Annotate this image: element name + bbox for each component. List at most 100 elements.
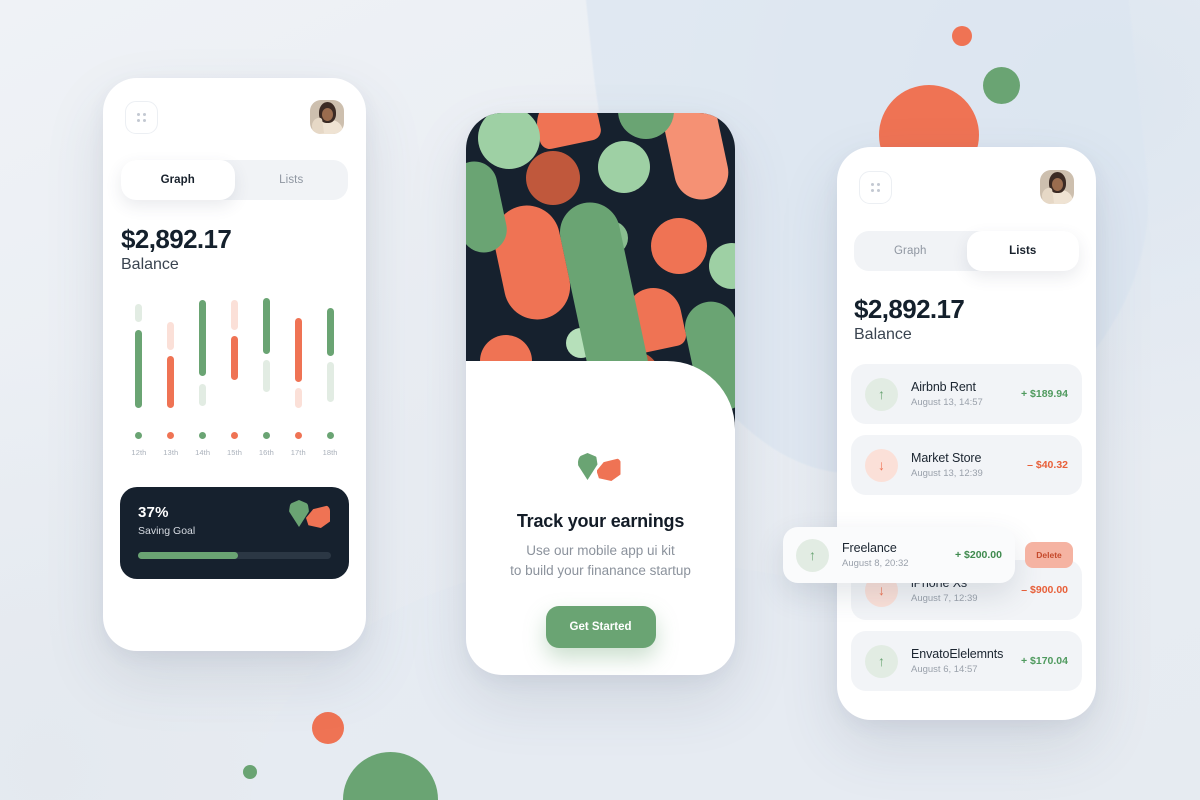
avatar[interactable] (1040, 170, 1074, 204)
chart-axis-tick: 17th (282, 432, 314, 457)
chart-axis-label: 17th (290, 448, 306, 457)
transaction-name: EnvatoElelemnts (911, 647, 1004, 661)
transaction-name: Airbnb Rent (911, 380, 976, 394)
chart-axis-tick: 14th (187, 432, 219, 457)
chart-axis-tick: 12th (123, 432, 155, 457)
chart-bar (294, 318, 302, 382)
chart-bar (262, 298, 270, 354)
onboarding-title: Track your earnings (516, 511, 685, 531)
pattern-shape-rounded (531, 113, 603, 151)
transaction-item[interactable]: ↓ Market Store August 13, 12:39 – $40.32 (851, 435, 1082, 495)
transaction-amount: – $900.00 (1021, 584, 1068, 596)
chart-axis-label: 18th (322, 448, 338, 457)
delete-button[interactable]: Delete (1025, 542, 1073, 568)
chart-legend-dot (294, 432, 302, 439)
saving-goal-progress-track (138, 552, 331, 559)
arrow-up-icon: ↑ (796, 538, 829, 572)
green-top-right (983, 67, 1020, 104)
tab-graph[interactable]: Graph (121, 160, 235, 200)
chart-column-18th (326, 298, 334, 422)
phone-lists-screen: Graph Lists $2,892.17 Balance ↑ Airbnb Re… (837, 147, 1096, 720)
phone1-tab-bar: Graph Lists (121, 160, 348, 200)
phone-graph-screen: Graph Lists $2,892.17 Balance 12th 13th 14… (103, 78, 366, 651)
chart-wick (167, 322, 175, 350)
decorative-pattern (466, 113, 735, 453)
pattern-shape-circle (526, 151, 580, 205)
orange-bottom-left (312, 712, 344, 744)
chart-wick (262, 360, 270, 392)
chart-legend-dot (326, 432, 334, 439)
chart-bar (199, 300, 207, 376)
transaction-item[interactable]: ↑ Airbnb Rent August 13, 14:57 + $189.94 (851, 364, 1082, 424)
transaction-amount: + $170.04 (1020, 655, 1068, 667)
saving-goal-card[interactable]: 37% Saving Goal (120, 487, 349, 579)
transaction-name: Freelance (842, 541, 897, 555)
arrow-up-icon: ↑ (865, 377, 898, 411)
transaction-item[interactable]: ↑ EnvatoElelemnts August 6, 14:57 + $170.04 (851, 631, 1082, 691)
tiny-green-bottom (243, 765, 257, 779)
transaction-amount: – $40.32 (1027, 459, 1068, 471)
phone1-header (103, 78, 366, 134)
grid-dots-icon[interactable] (859, 170, 892, 204)
chart-axis-tick: 18th (314, 432, 346, 457)
transaction-date: August 7, 12:39 (911, 593, 978, 604)
pattern-shape-circle (709, 243, 735, 289)
pattern-curve-mask (466, 361, 735, 453)
chart-legend-dot (199, 432, 207, 439)
transaction-name: Market Store (911, 451, 982, 465)
transaction-date: August 6, 14:57 (911, 664, 978, 675)
chart-legend-dot (135, 432, 143, 439)
chart-column-16th (262, 298, 270, 422)
phone3-balance: $2,892.17 Balance (837, 294, 1096, 344)
chart-wick (326, 362, 334, 402)
chart-column-15th (231, 298, 238, 422)
chart-wick (294, 388, 302, 408)
pattern-shape-circle (651, 218, 707, 274)
chart-bar (231, 336, 238, 380)
leaf-green-icon (577, 453, 598, 480)
chart-axis-label: 14th (195, 448, 211, 457)
phone3-header (837, 147, 1096, 204)
get-started-button[interactable]: Get Started (545, 606, 656, 649)
pattern-shape-circle (598, 141, 650, 193)
chart-column-17th (294, 298, 302, 422)
tab-graph[interactable]: Graph (854, 231, 967, 271)
onboarding-subtitle-line1: Use our mobile app ui kit (526, 543, 675, 558)
chart-column-13th (167, 298, 175, 422)
pattern-shape-pill (658, 113, 734, 205)
chart-bar (326, 308, 334, 356)
balance-label: Balance (854, 326, 912, 343)
chart-axis-tick: 13th (155, 432, 187, 457)
chart-axis-label: 16th (258, 448, 274, 457)
leaf-logo (289, 500, 335, 530)
chart-bar (135, 330, 143, 408)
transaction-amount: + $189.94 (1020, 388, 1068, 400)
onboarding-subtitle: Use our mobile app ui kit to build your … (466, 541, 735, 580)
chart-legend-dot (231, 432, 238, 439)
tab-lists[interactable]: Lists (966, 231, 1079, 271)
transaction-date: August 13, 12:39 (911, 468, 983, 479)
onboarding-subtitle-line2: to build your finanance startup (510, 562, 691, 578)
leaf-orange-icon (596, 458, 621, 481)
chart-column-14th (199, 298, 207, 422)
transaction-date: August 13, 14:57 (911, 397, 983, 408)
chart-axis-label: 12th (131, 448, 147, 457)
chart-axis-label: 15th (227, 448, 242, 457)
chart-axis-tick: 16th (250, 432, 282, 457)
arrow-up-icon: ↑ (865, 644, 898, 678)
transaction-date: August 8, 20:32 (842, 558, 909, 569)
leaf-logo (576, 453, 626, 485)
balance-amount: $2,892.17 (854, 294, 965, 324)
chart-axis-tick: 15th (219, 432, 251, 457)
chart-axis-label: 13th (163, 448, 179, 457)
tab-lists[interactable]: Lists (235, 160, 349, 200)
chart-wick (231, 300, 238, 330)
transaction-item-freelance[interactable]: ↑ Freelance August 8, 20:32 + $200.00 (783, 527, 1015, 583)
phone3-tab-bar: Graph Lists (854, 231, 1079, 271)
phone-onboarding-screen: Track your earnings Use our mobile app u… (466, 113, 735, 675)
chart-bar (167, 356, 175, 408)
phone1-balance: $2,892.17 Balance (103, 224, 366, 274)
avatar[interactable] (310, 100, 344, 134)
chart-column-12th (135, 298, 143, 422)
grid-dots-icon[interactable] (125, 100, 158, 134)
